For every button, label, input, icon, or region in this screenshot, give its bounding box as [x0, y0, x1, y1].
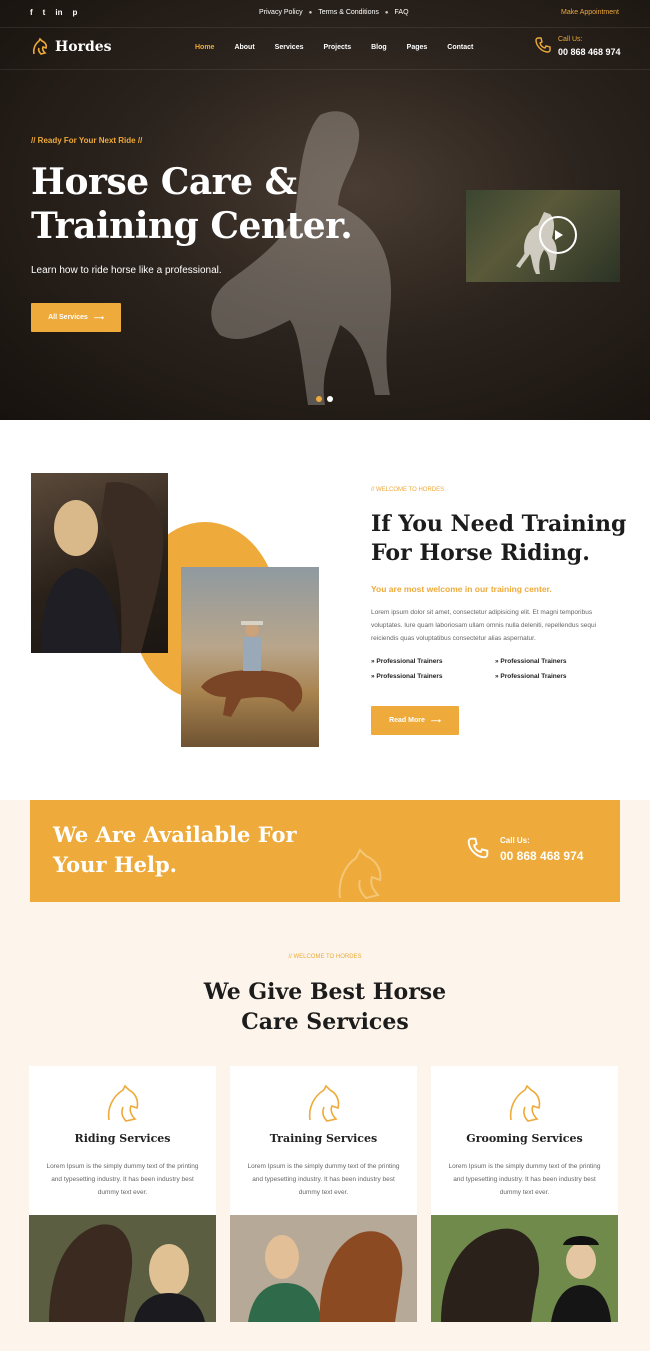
menu-item-services[interactable]: Services	[275, 44, 304, 51]
phone-icon	[467, 837, 489, 859]
horse-head-icon	[107, 1084, 139, 1122]
separator-dot: ●	[308, 9, 313, 16]
service-card-grooming[interactable]: Grooming Services Lorem Ipsum is the sim…	[431, 1066, 618, 1322]
hero-subtitle: // Ready For Your Next Ride //	[31, 136, 143, 145]
services-welcome: // WELCOME TO HORDES	[288, 954, 362, 960]
training-service-photo	[230, 1215, 417, 1322]
terms-link[interactable]: Terms & Conditions	[318, 9, 379, 16]
service-title: Training Services	[269, 1132, 378, 1145]
menu-item-contact[interactable]: Contact	[447, 44, 473, 51]
logo-text: Hordes	[55, 39, 112, 55]
woman-with-horse-photo	[31, 473, 168, 653]
slider-dot[interactable]	[327, 396, 333, 402]
call-label: Call Us:	[558, 36, 583, 43]
privacy-policy-link[interactable]: Privacy Policy	[259, 9, 303, 16]
help-banner: We Are Available For Your Help. Call Us:…	[30, 800, 620, 902]
hero-horse-image	[211, 111, 392, 405]
hero-title: Horse Care & Training Center.	[31, 161, 353, 247]
call-number: 00 868 468 974	[500, 849, 584, 863]
separator-dot: ●	[384, 9, 389, 16]
arrow-right-icon: ⟶	[93, 314, 104, 322]
menu-item-about[interactable]: About	[234, 44, 254, 51]
service-text: Lorem Ipsum is the simply dummy text of …	[46, 1163, 199, 1196]
slider-dots	[316, 396, 333, 402]
services-title: We Give Best Horse Care Services	[203, 979, 447, 1035]
help-banner-title: We Are Available For Your Help.	[53, 822, 297, 877]
about-welcome: // WELCOME TO HORDES	[371, 487, 445, 493]
facebook-icon[interactable]: f	[30, 8, 33, 17]
menu-item-home[interactable]: Home	[195, 44, 214, 51]
horse-head-icon	[509, 1084, 541, 1122]
horse-head-icon	[308, 1084, 340, 1122]
horse-watermark-icon	[338, 848, 382, 900]
social-links: f t in p	[30, 8, 77, 17]
call-number: 00 868 468 974	[558, 47, 621, 57]
woman-horse-illustration	[41, 482, 164, 653]
read-more-label: Read More	[389, 717, 425, 724]
help-banner-call[interactable]: Call Us: 00 868 468 974	[466, 836, 583, 863]
service-text: Lorem Ipsum is the simply dummy text of …	[247, 1163, 400, 1196]
about-title: If You Need Training For Horse Riding.	[371, 511, 627, 566]
main-menu: Home About Services Projects Blog Pages …	[195, 44, 493, 51]
hero-section: f t in p Privacy Policy ● Terms & Condit…	[0, 0, 650, 420]
about-lead: You are most welcome in our training cen…	[371, 584, 552, 594]
feature-item: » Professional Trainers	[371, 673, 443, 680]
logo[interactable]: Hordes	[30, 37, 112, 57]
phone-icon	[535, 37, 551, 53]
header-call[interactable]: Call Us: 00 868 468 974	[534, 36, 621, 57]
horse-logo-icon	[32, 37, 48, 55]
slider-dot-active[interactable]	[316, 396, 322, 402]
play-icon	[555, 230, 563, 240]
riding-service-photo	[29, 1215, 216, 1322]
grooming-service-photo	[431, 1215, 618, 1322]
feature-item: » Professional Trainers	[495, 673, 567, 680]
video-thumbnail[interactable]	[466, 190, 620, 282]
read-more-button[interactable]: Read More ⟶	[371, 706, 459, 735]
service-card-riding[interactable]: Riding Services Lorem Ipsum is the simpl…	[29, 1066, 216, 1322]
pinterest-icon[interactable]: p	[72, 8, 77, 17]
feature-item: » Professional Trainers	[371, 658, 443, 665]
twitter-icon[interactable]: t	[43, 8, 46, 17]
arrow-right-icon: ⟶	[430, 717, 441, 725]
all-services-label: All Services	[48, 314, 88, 321]
service-card-training[interactable]: Training Services Lorem Ipsum is the sim…	[230, 1066, 417, 1322]
faq-link[interactable]: FAQ	[395, 9, 409, 16]
menu-item-projects[interactable]: Projects	[323, 44, 351, 51]
about-text: Lorem ipsum dolor sit amet, consectetur …	[371, 609, 597, 642]
play-button[interactable]	[539, 216, 577, 254]
make-appointment-link[interactable]: Make Appointment	[561, 9, 619, 16]
service-text: Lorem Ipsum is the simply dummy text of …	[448, 1163, 601, 1196]
cowboy-riding-photo	[181, 567, 319, 747]
menu-item-pages[interactable]: Pages	[407, 44, 428, 51]
hero-description: Learn how to ride horse like a professio…	[31, 265, 222, 276]
rider-illustration	[201, 621, 303, 717]
top-links: Privacy Policy ● Terms & Conditions ● FA…	[259, 9, 409, 16]
about-section: // WELCOME TO HORDES If You Need Trainin…	[0, 420, 650, 800]
service-title: Riding Services	[74, 1132, 171, 1145]
feature-list: » Professional Trainers » Professional T…	[371, 658, 611, 680]
call-label: Call Us:	[500, 836, 530, 845]
all-services-button[interactable]: All Services ⟶	[31, 303, 121, 332]
topbar: f t in p Privacy Policy ● Terms & Condit…	[0, 0, 650, 28]
linkedin-icon[interactable]: in	[55, 8, 62, 17]
menu-item-blog[interactable]: Blog	[371, 44, 387, 51]
feature-item: » Professional Trainers	[495, 658, 567, 665]
service-title: Grooming Services	[466, 1132, 583, 1145]
main-navbar: Hordes Home About Services Projects Blog…	[0, 28, 650, 70]
